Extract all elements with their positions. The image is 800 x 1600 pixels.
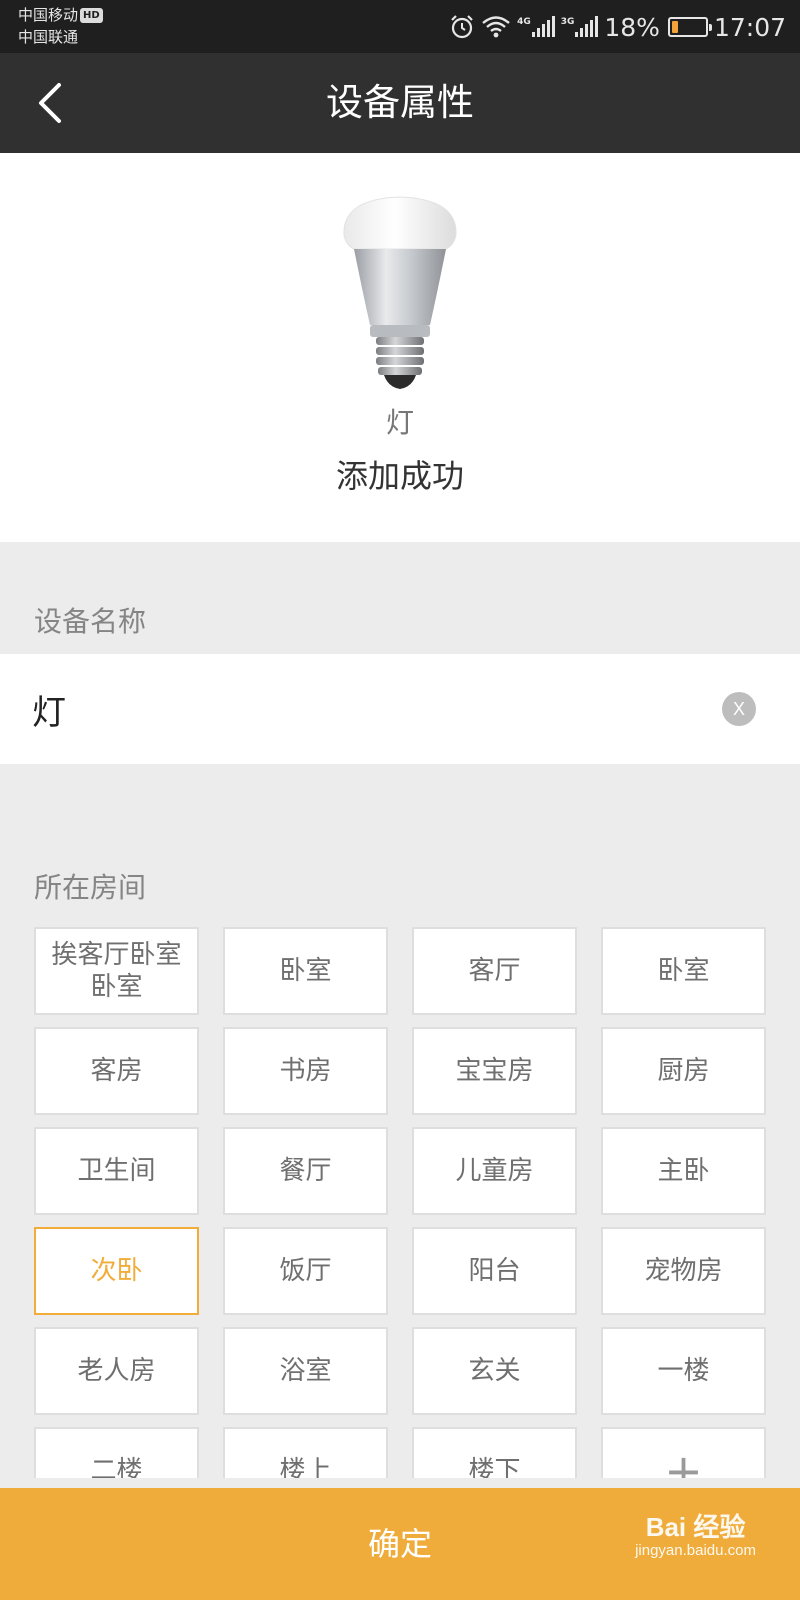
room-section-label: 所在房间: [34, 871, 147, 904]
add-success-message: 添加成功: [335, 457, 464, 495]
room-tile[interactable]: 饭厅: [223, 1227, 388, 1315]
alarm-icon: [449, 14, 475, 40]
room-tile[interactable]: 宝宝房: [412, 1027, 577, 1115]
watermark-brand: Bai 经验: [645, 1512, 746, 1542]
room-tile[interactable]: 儿童房: [412, 1127, 577, 1215]
status-indicators: 4G 3G 18% 17:07: [449, 10, 786, 44]
app-header: 设备属性: [0, 53, 800, 153]
device-name-row: X: [0, 654, 800, 764]
room-tile[interactable]: 次卧: [34, 1227, 199, 1315]
device-card: 灯 添加成功: [0, 153, 800, 542]
room-tile[interactable]: 浴室: [223, 1327, 388, 1415]
room-tile[interactable]: 厨房: [601, 1027, 766, 1115]
room-tile[interactable]: 客厅: [412, 927, 577, 1015]
room-tile[interactable]: 挨客厅卧室卧室: [34, 927, 199, 1015]
battery-icon: [667, 17, 712, 37]
room-tile[interactable]: 老人房: [34, 1327, 199, 1415]
add-room-button[interactable]: +: [601, 1427, 766, 1478]
watermark-url: jingyan.baidu.com: [635, 1542, 756, 1559]
signal-4g-icon: 4G: [517, 16, 555, 37]
net-4g-label: 4G: [517, 17, 531, 27]
room-tile[interactable]: 宠物房: [601, 1227, 766, 1315]
room-tile[interactable]: 主卧: [601, 1127, 766, 1215]
carrier-2-label: 中国联通: [18, 28, 79, 46]
room-tile[interactable]: 一楼: [601, 1327, 766, 1415]
room-tile[interactable]: 玄关: [412, 1327, 577, 1415]
room-tile[interactable]: 二楼: [34, 1427, 199, 1478]
status-bar: 中国移动 HD 中国联通 4G 3G 18% 17:07: [0, 0, 800, 53]
clear-name-button[interactable]: X: [722, 692, 756, 726]
room-tile[interactable]: 客房: [34, 1027, 199, 1115]
light-bulb-image: [343, 196, 457, 389]
battery-percent: 18%: [604, 12, 660, 42]
wifi-icon: [481, 15, 511, 39]
device-name-input[interactable]: [32, 654, 692, 764]
room-grid: 挨客厅卧室卧室 卧室 客厅 卧室 客房 书房 宝宝房 厨房 卫生间 餐厅 儿童房 主卧 次卧 饭厅 阳台 宠物…: [34, 927, 767, 1478]
room-tile[interactable]: 阳台: [412, 1227, 577, 1315]
carrier-1-label: 中国移动: [18, 6, 79, 24]
room-tile[interactable]: 书房: [223, 1027, 388, 1115]
room-tile[interactable]: 卧室: [223, 927, 388, 1015]
signal-3g-icon: 3G: [560, 16, 599, 37]
battery-level-fill: [671, 21, 678, 33]
room-tile[interactable]: 卫生间: [34, 1127, 199, 1215]
room-tile[interactable]: 卧室: [601, 927, 766, 1015]
device-name-label: 设备名称: [34, 605, 147, 638]
clock: 17:07: [713, 12, 786, 42]
room-tile[interactable]: 楼上: [223, 1427, 388, 1478]
room-list-viewport: 挨客厅卧室卧室 卧室 客厅 卧室 客房 书房 宝宝房 厨房 卫生间 餐厅 儿童房 主卧 次卧 饭厅 阳台 宠物…: [0, 920, 800, 1478]
hd-badge: HD: [80, 8, 103, 23]
room-tile[interactable]: 餐厅: [223, 1127, 388, 1215]
room-tile[interactable]: 楼下: [412, 1427, 577, 1478]
net-3g-label: 3G: [560, 17, 575, 27]
carrier-info: 中国移动 HD 中国联通: [18, 4, 103, 48]
baidu-jingyan-watermark: Bai 经验 jingyan.baidu.com: [635, 1512, 756, 1560]
device-type-label: 灯: [385, 406, 414, 439]
page-title: 设备属性: [326, 81, 474, 124]
